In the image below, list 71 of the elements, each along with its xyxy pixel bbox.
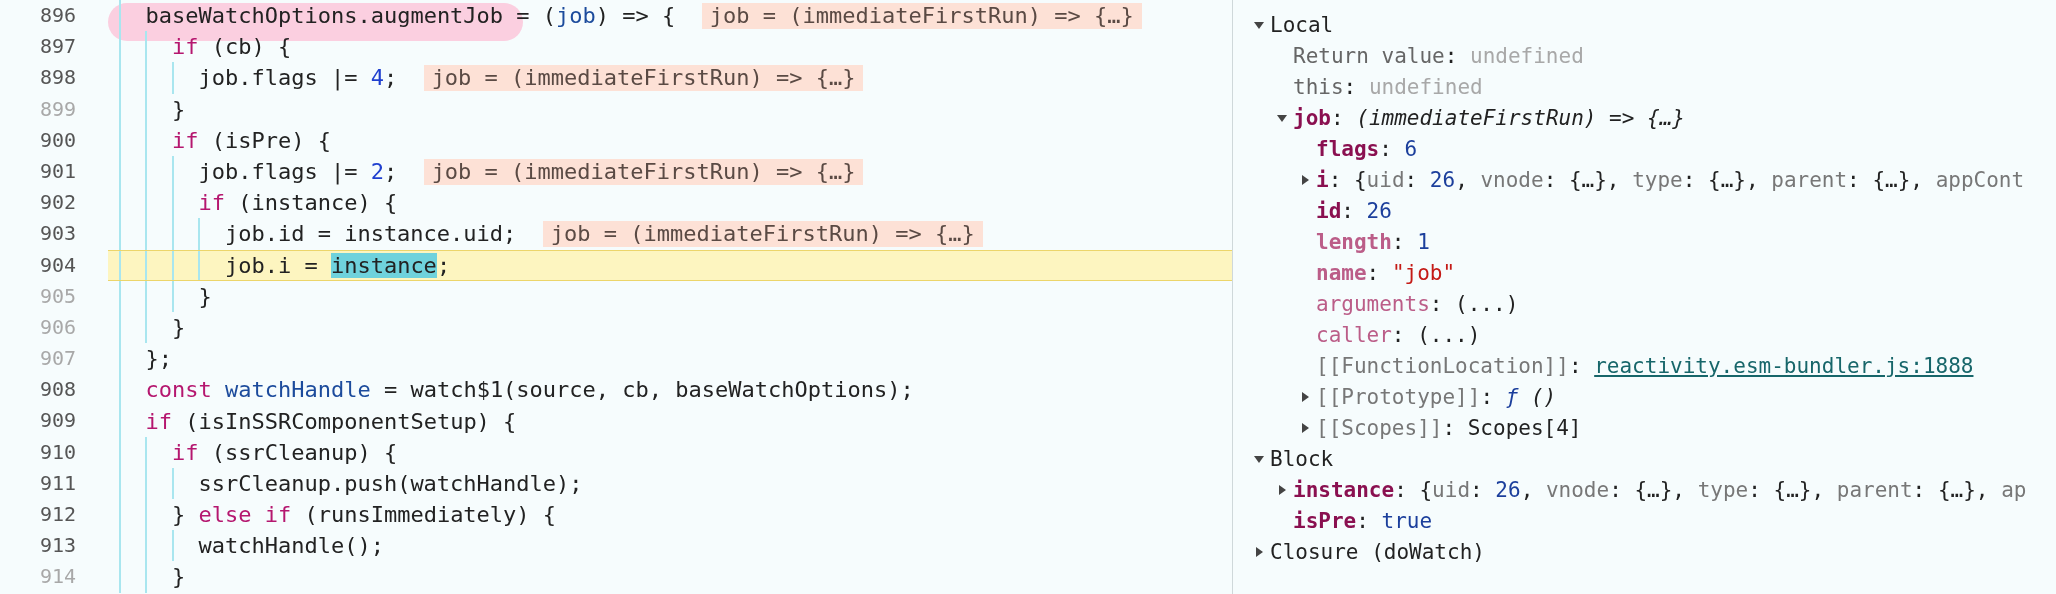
property-name: Return value: [1293, 43, 1445, 68]
property-name: arguments: [1316, 291, 1430, 316]
code-text: baseWatchOptions.augmentJob = (job) => {: [145, 3, 676, 29]
property-value: :: [1568, 353, 1583, 378]
code-text: watchHandle();: [198, 533, 384, 559]
line-number[interactable]: 913: [0, 530, 108, 562]
property-value: : undefined: [1343, 74, 1483, 99]
source-link[interactable]: reactivity.esm-bundler.js:1888: [1594, 353, 1974, 378]
property-value: : (immediateFirstRun) => {…}: [1330, 105, 1685, 130]
code-text: job.flags |= 2;: [198, 159, 398, 185]
property-value: : 1: [1391, 229, 1430, 254]
code-text: if (cb) {: [171, 34, 292, 60]
inline-value: job = (immediateFirstRun) => {…}: [542, 220, 983, 247]
property-name: isPre: [1293, 508, 1357, 533]
property-value: : (...): [1429, 291, 1519, 316]
property-name: [[FunctionLocation]]: [1316, 353, 1569, 378]
code-text: const watchHandle = watch$1(source, cb, baseWatchOptions);: [145, 377, 914, 403]
property-name: i: [1316, 167, 1329, 192]
line-number[interactable]: 901: [0, 155, 108, 188]
code-text: } else if (runsImmediately) {: [171, 502, 557, 528]
property-value: : undefined: [1444, 43, 1584, 68]
line-number[interactable]: 898: [0, 62, 108, 94]
inline-value: job = (immediateFirstRun) => {…}: [423, 64, 864, 91]
code-text: job.flags |= 4;: [198, 65, 398, 91]
property-value: : true: [1356, 508, 1433, 533]
property-name: caller: [1316, 322, 1392, 347]
code-text: }: [171, 314, 186, 340]
code-text: }: [171, 96, 186, 122]
property-value: : Scopes[4]: [1442, 415, 1582, 440]
code-text: ssrCleanup.push(watchHandle);: [198, 470, 583, 496]
property-value: : {uid: 26, vnode: {…}, type: {…}, parent: {…}, appCont: [1328, 167, 2025, 192]
code-text: job.id = instance.uid;: [224, 221, 517, 247]
line-number[interactable]: 904: [0, 249, 108, 281]
property-value: : 6: [1379, 136, 1418, 161]
line-number[interactable]: 900: [0, 124, 108, 156]
property-value: : ƒ (): [1480, 384, 1557, 409]
code-text: if (ssrCleanup) {: [171, 439, 398, 465]
inline-value: job = (immediateFirstRun) => {…}: [701, 2, 1142, 29]
scope-section-header[interactable]: Block: [1270, 446, 1334, 471]
code-text: }: [198, 283, 212, 309]
inline-value: job = (immediateFirstRun) => {…}: [423, 158, 864, 185]
line-number[interactable]: 908: [0, 374, 108, 406]
line-number[interactable]: 912: [0, 499, 108, 531]
property-name: length: [1316, 229, 1392, 254]
code-text: };: [145, 346, 172, 372]
property-name: name: [1316, 260, 1367, 285]
property-value: : {uid: 26, vnode: {…}, type: {…}, parent: {…}, ap: [1394, 477, 2027, 502]
property-value: : (...): [1391, 322, 1481, 347]
property-value: : "job": [1366, 260, 1456, 285]
code-text: job.i = instance;: [224, 252, 451, 278]
line-number[interactable]: 909: [0, 405, 108, 437]
code-text: if (isPre) {: [171, 127, 331, 153]
code-text: }: [171, 564, 186, 590]
property-name: instance: [1293, 477, 1395, 502]
scope-section-header[interactable]: Closure (doWatch): [1270, 539, 1485, 564]
line-number[interactable]: 911: [0, 467, 108, 499]
scope-section-header[interactable]: Local: [1270, 12, 1334, 37]
property-name: id: [1316, 198, 1342, 223]
property-name: this: [1293, 74, 1344, 99]
property-name: flags: [1316, 136, 1380, 161]
line-number[interactable]: 903: [0, 218, 108, 250]
property-name: job: [1293, 105, 1331, 130]
line-number[interactable]: 896: [0, 0, 108, 32]
property-name: [[Prototype]]: [1316, 384, 1481, 409]
line-number[interactable]: 897: [0, 31, 108, 63]
line-number[interactable]: 902: [0, 187, 108, 219]
line-number[interactable]: 910: [0, 436, 108, 468]
code-text: if (isInSSRComponentSetup) {: [145, 408, 517, 434]
code-text: if (instance) {: [198, 190, 398, 216]
property-value: : 26: [1341, 198, 1392, 223]
property-name: [[Scopes]]: [1316, 415, 1443, 440]
